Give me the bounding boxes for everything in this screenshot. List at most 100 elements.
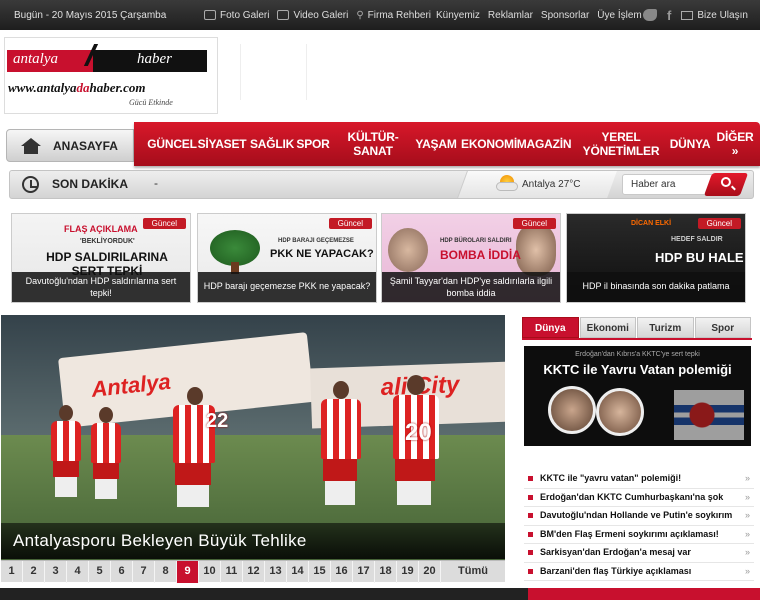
mail-icon	[681, 10, 694, 20]
page-button[interactable]: 17	[353, 561, 375, 583]
pin-icon: ⚲	[356, 9, 364, 21]
portrait-right	[596, 388, 644, 436]
kunye-link[interactable]: Künyemiz	[436, 10, 480, 21]
page-button[interactable]: 8	[155, 561, 177, 583]
page-button[interactable]: 4	[67, 561, 89, 583]
search-button[interactable]	[703, 173, 749, 196]
page-button[interactable]: 12	[243, 561, 265, 583]
header-divider	[306, 44, 307, 100]
video-gallery-link[interactable]: Video Galeri	[277, 10, 348, 21]
page-button[interactable]: 5	[89, 561, 111, 583]
list-item[interactable]: Davutoğlu'ndan Hollande ve Putin'e soykı…	[524, 507, 754, 526]
nav-item-kultur-sanat[interactable]: KÜLTÜR-SANAT	[334, 122, 412, 166]
all-pages-button[interactable]: Tümü	[441, 561, 505, 582]
nav-item-siyaset[interactable]: SİYASET	[198, 122, 247, 166]
list-item[interactable]: KKTC ile "yavru vatan" polemiği!»	[524, 470, 754, 489]
video-icon	[277, 10, 290, 20]
nav-item-saglik[interactable]: SAĞLIK	[250, 122, 294, 166]
card-caption: Davutoğlu'ndan HDP saldırılarına sert te…	[12, 272, 190, 302]
nav-item-spor[interactable]: SPOR	[296, 122, 330, 166]
breaking-news-bar: SON DAKİKA - Antalya 27°C Haber ara	[9, 170, 754, 199]
page-button[interactable]: 3	[45, 561, 67, 583]
page-button[interactable]: 11	[221, 561, 243, 583]
headline-slider[interactable]: Antalya ali City 22 20 Antalyasporu Bekl…	[1, 315, 505, 582]
shirt-number: 22	[206, 410, 229, 432]
tab-spor[interactable]: Spor	[694, 317, 751, 338]
search-icon	[720, 177, 731, 187]
member-link[interactable]: Üye İşlem	[597, 10, 641, 21]
page-button[interactable]: 13	[265, 561, 287, 583]
logo-word-haber: haber	[137, 51, 172, 67]
page-button[interactable]: 2	[23, 561, 45, 583]
card-tag: Güncel	[328, 218, 372, 229]
nav-item-yasam[interactable]: YAŞAM	[414, 122, 458, 166]
ads-link[interactable]: Reklamlar	[488, 10, 533, 21]
clock-icon	[22, 176, 39, 193]
list-item[interactable]: Sarkisyan'dan Erdoğan'a mesaj var»	[524, 544, 754, 563]
nav-item-diger[interactable]: DİĞER »	[717, 122, 754, 166]
media-links: Foto Galeri Video Galeri ⚲ Firma Rehberi	[204, 0, 431, 30]
image-headline: KKTC ile Yavru Vatan polemiği	[543, 362, 732, 377]
featured-card[interactable]: HDP BARAJI GEÇEMEZSE PKK NE YAPACAK? Gün…	[197, 213, 377, 303]
slider-pagination: 1 2 3 4 5 6 7 8 9 10 11 12 13 14 15 16 1…	[1, 560, 505, 583]
page-button[interactable]: 20	[419, 561, 441, 583]
breaking-news-ticker[interactable]: -	[154, 176, 158, 190]
list-item[interactable]: BM'den Flaş Ermeni soykırımı açıklaması!…	[524, 526, 754, 544]
nav-item-guncel[interactable]: GÜNCEL	[147, 122, 197, 166]
tab-ekonomi[interactable]: Ekonomi	[579, 317, 636, 338]
list-item[interactable]: Erdoğan'dan KKTC Cumhurbaşkanı'na şok»	[524, 489, 754, 507]
card-tag: Güncel	[142, 218, 186, 229]
site-logo[interactable]: antalya haber www.antalyadahaber.com Güc…	[4, 37, 218, 114]
slider-headline[interactable]: Antalyasporu Bekleyen Büyük Tehlike	[1, 523, 505, 559]
page-button[interactable]: 16	[331, 561, 353, 583]
page-button[interactable]: 14	[287, 561, 309, 583]
portrait-left	[388, 228, 428, 272]
weather-text: Antalya 27°C	[522, 179, 581, 190]
featured-card[interactable]: DİCAN ELKİ HEDEF SALDIR HDP BU HALE Günc…	[566, 213, 746, 303]
site-links: Künyemiz Reklamlar Sponsorlar Üye İşlem	[436, 0, 642, 30]
current-date: Bugün - 20 Mayıs 2015 Çarşamba	[14, 9, 167, 21]
page-button[interactable]: 7	[133, 561, 155, 583]
featured-card[interactable]: FLAŞ AÇIKLAMA 'BEKLİYORDUK' HDP SALDIRIL…	[11, 213, 191, 303]
twitter-icon[interactable]	[643, 9, 657, 21]
nav-item-magazin[interactable]: MAGAZİN	[517, 122, 572, 166]
page-button[interactable]: 15	[309, 561, 331, 583]
page-button[interactable]: 19	[397, 561, 419, 583]
tab-featured-image[interactable]: Erdoğan'dan Kıbrıs'a KKTC'ye sert tepki …	[524, 346, 751, 446]
card-tag: Güncel	[697, 218, 741, 229]
list-item[interactable]: Barzani'den flaş Türkiye açıklaması»	[524, 563, 754, 581]
page-button[interactable]: 1	[1, 561, 23, 583]
camera-icon	[204, 10, 216, 20]
nav-item-dunya[interactable]: DÜNYA	[670, 122, 711, 166]
facebook-icon[interactable]: f	[667, 8, 671, 23]
card-caption: Şamil Tayyar'dan HDP'ye saldırılarla ilg…	[382, 272, 560, 302]
chevron-right-icon: »	[744, 528, 750, 539]
page-button[interactable]: 18	[375, 561, 397, 583]
photo-gallery-link[interactable]: Foto Galeri	[204, 10, 269, 21]
page-button[interactable]: 10	[199, 561, 221, 583]
chevron-right-icon: »	[744, 565, 750, 576]
featured-card[interactable]: HDP BÜROLARI SALDIRI BOMBA İDDİA Güncel …	[381, 213, 561, 303]
nav-item-ekonomi[interactable]: EKONOMİ	[461, 122, 517, 166]
search-input[interactable]: Haber ara	[622, 174, 718, 195]
company-directory-link[interactable]: ⚲ Firma Rehberi	[356, 10, 431, 21]
tree-illustration	[210, 230, 260, 266]
card-caption: HDP il binasında son dakika patlama	[567, 272, 745, 302]
nav-item-yerel-yonetimler[interactable]: YEREL YÖNETİMLER	[580, 122, 662, 166]
page-button[interactable]: 6	[111, 561, 133, 583]
home-button[interactable]: ANASAYFA	[6, 129, 134, 162]
contact-link[interactable]: Bize Ulaşın	[681, 10, 748, 21]
social-links: f Bize Ulaşın	[643, 0, 748, 30]
tab-dunya[interactable]: Dünya	[522, 317, 579, 338]
card-caption: HDP barajı geçemezse PKK ne yapacak?	[198, 272, 376, 302]
chevron-right-icon: »	[744, 473, 750, 483]
tab-turizm[interactable]: Turizm	[637, 317, 694, 338]
logo-word-antalya: antalya	[7, 50, 93, 72]
page-button-active[interactable]: 9	[177, 561, 199, 583]
sponsors-link[interactable]: Sponsorlar	[541, 10, 589, 21]
flag-illustration	[674, 390, 744, 440]
tab-news-list: KKTC ile "yavru vatan" polemiği!» Erdoğa…	[524, 470, 754, 581]
portrait-right	[516, 224, 556, 276]
home-icon	[21, 137, 41, 154]
chevron-right-icon: »	[744, 491, 750, 502]
